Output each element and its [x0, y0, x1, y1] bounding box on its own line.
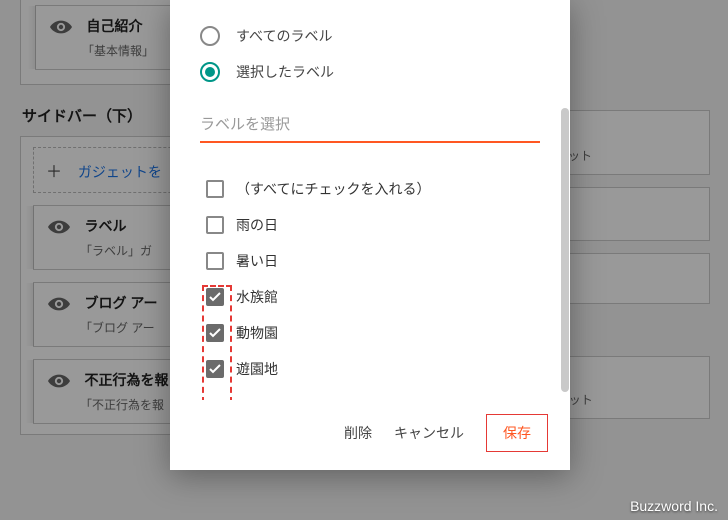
checkbox-icon — [206, 360, 224, 378]
radio-all-labels[interactable]: すべてのラベル — [200, 26, 540, 46]
save-button[interactable]: 保存 — [486, 414, 548, 452]
radio-label: 選択したラベル — [236, 62, 334, 82]
dialog-body: すべてのラベル 選択したラベル （すべてにチェックを入れる） 雨の日 暑い日 — [170, 0, 570, 400]
check-label: 暑い日 — [236, 251, 278, 271]
label-settings-dialog: すべてのラベル 選択したラベル （すべてにチェックを入れる） 雨の日 暑い日 — [170, 0, 570, 470]
check-item[interactable]: 暑い日 — [200, 251, 540, 271]
check-select-all[interactable]: （すべてにチェックを入れる） — [200, 179, 540, 199]
dialog-scrollbar[interactable] — [560, 108, 570, 392]
scroll-thumb[interactable] — [561, 108, 569, 392]
check-label: 動物園 — [236, 323, 278, 343]
radio-selected-labels[interactable]: 選択したラベル — [200, 62, 540, 82]
checkbox-icon — [206, 216, 224, 234]
checkbox-icon — [206, 252, 224, 270]
label-checklist: （すべてにチェックを入れる） 雨の日 暑い日 水族館 動物園 — [200, 179, 540, 379]
check-item[interactable]: 動物園 — [200, 323, 540, 343]
check-label: 遊園地 — [236, 359, 278, 379]
radio-icon — [200, 62, 220, 82]
delete-button[interactable]: 削除 — [344, 423, 372, 443]
label-search-field — [200, 110, 540, 143]
checkbox-icon — [206, 288, 224, 306]
radio-icon — [200, 26, 220, 46]
check-item[interactable]: 水族館 — [200, 287, 540, 307]
dialog-actions: 削除 キャンセル 保存 — [170, 400, 570, 470]
check-label: 雨の日 — [236, 215, 278, 235]
watermark: Buzzword Inc. — [630, 498, 718, 514]
check-item[interactable]: 遊園地 — [200, 359, 540, 379]
radio-label: すべてのラベル — [236, 26, 332, 46]
check-item[interactable]: 雨の日 — [200, 215, 540, 235]
check-label: （すべてにチェックを入れる） — [236, 179, 430, 199]
check-label: 水族館 — [236, 287, 278, 307]
checkbox-icon — [206, 324, 224, 342]
cancel-button[interactable]: キャンセル — [394, 423, 464, 443]
label-search-input[interactable] — [200, 110, 540, 143]
checkbox-icon — [206, 180, 224, 198]
